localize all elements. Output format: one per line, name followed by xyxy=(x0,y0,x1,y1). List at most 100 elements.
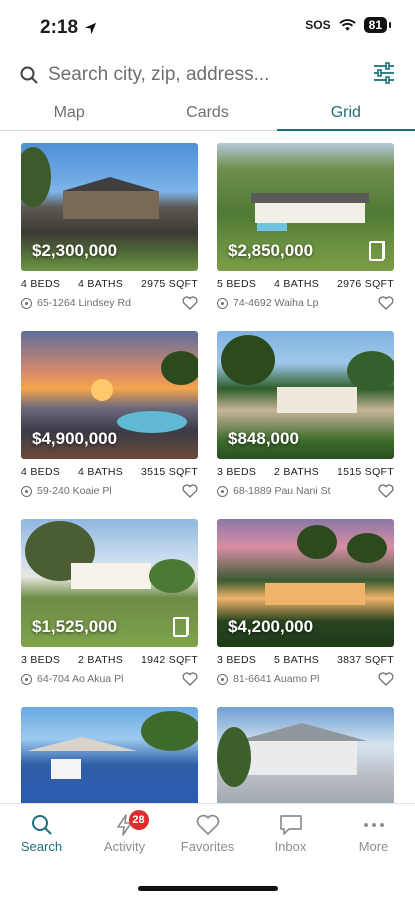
tree-shape xyxy=(149,559,195,593)
listing-address-row: 81-6641 Auamo Pl xyxy=(217,672,394,686)
sqft-value: 1942 SQFT xyxy=(141,654,198,666)
beds-count: 3 BEDS xyxy=(217,466,257,478)
favorite-heart-icon[interactable] xyxy=(378,296,394,310)
chat-bubble-icon xyxy=(279,815,302,835)
listing-address-row: 64-704 Ao Akua Pl xyxy=(21,672,198,686)
house-roof-shape xyxy=(237,723,367,741)
listing-photo[interactable]: $4,200,000 xyxy=(217,519,394,647)
beds-count: 3 BEDS xyxy=(217,654,257,666)
listing-photo[interactable]: $2,300,000 xyxy=(21,143,198,271)
nav-activity[interactable]: 28 Activity xyxy=(83,804,166,864)
listing-card[interactable]: $2,300,000 4 BEDS 4 BATHS 2975 SQFT 65-1… xyxy=(21,143,198,310)
baths-count: 4 BATHS xyxy=(78,466,124,478)
listing-card[interactable] xyxy=(217,707,394,803)
listing-facts: 3 BEDS 5 BATHS 3837 SQFT xyxy=(217,654,394,666)
listing-facts: 5 BEDS 4 BATHS 2976 SQFT xyxy=(217,278,394,290)
listing-address: 59-240 Koaie Pl xyxy=(37,485,112,497)
pool-shape xyxy=(257,223,287,231)
sqft-value: 3837 SQFT xyxy=(337,654,394,666)
listing-facts: 3 BEDS 2 BATHS 1515 SQFT xyxy=(217,466,394,478)
tab-cards[interactable]: Cards xyxy=(138,100,276,130)
palm-tree-shape xyxy=(221,335,275,385)
bottom-tab-bar: Search 28 Activity Favorites Inbox More xyxy=(0,803,415,864)
home-indicator xyxy=(137,886,278,891)
listing-address-row: 68-1889 Pau Nani St xyxy=(217,484,394,498)
favorite-heart-icon[interactable] xyxy=(378,484,394,498)
more-dots-icon xyxy=(363,823,384,827)
location-pin-icon xyxy=(21,297,32,309)
beds-count: 4 BEDS xyxy=(21,278,61,290)
listing-card[interactable]: $4,200,000 3 BEDS 5 BATHS 3837 SQFT 81-6… xyxy=(217,519,394,686)
listing-photo[interactable]: $848,000 xyxy=(217,331,394,459)
nav-inbox[interactable]: Inbox xyxy=(249,804,332,864)
listing-card[interactable]: $1,525,000 3 BEDS 2 BATHS 1942 SQFT 64-7… xyxy=(21,519,198,686)
listing-address-row: 59-240 Koaie Pl xyxy=(21,484,198,498)
listing-price: $2,850,000 xyxy=(228,241,314,260)
listing-address: 81-6641 Auamo Pl xyxy=(233,673,320,685)
palm-tree-shape xyxy=(161,351,198,385)
listing-card[interactable]: $848,000 3 BEDS 2 BATHS 1515 SQFT 68-188… xyxy=(217,331,394,498)
listing-address: 68-1889 Pau Nani St xyxy=(233,485,331,497)
clock: 2:18 xyxy=(40,17,79,38)
listing-facts: 4 BEDS 4 BATHS 2975 SQFT xyxy=(21,278,198,290)
filter-sliders-icon[interactable] xyxy=(373,62,395,84)
listing-price: $4,900,000 xyxy=(32,429,118,448)
window-shape xyxy=(51,759,81,779)
heart-icon xyxy=(196,814,219,836)
house-shape xyxy=(63,191,159,219)
palm-tree-shape xyxy=(297,525,337,559)
listing-photo[interactable] xyxy=(21,707,198,803)
view-tabs: Map Cards Grid xyxy=(0,100,415,131)
listing-address-row: 74-4692 Waiha Lp xyxy=(217,296,394,310)
listing-photo[interactable]: $1,525,000 xyxy=(21,519,198,647)
favorite-heart-icon[interactable] xyxy=(182,484,198,498)
sqft-value: 2976 SQFT xyxy=(337,278,394,290)
sqft-value: 2975 SQFT xyxy=(141,278,198,290)
baths-count: 2 BATHS xyxy=(274,466,320,478)
search-icon xyxy=(20,66,38,84)
listing-card[interactable]: $4,900,000 4 BEDS 4 BATHS 3515 SQFT 59-2… xyxy=(21,331,198,498)
tree-shape xyxy=(21,147,51,207)
palm-tree-shape xyxy=(347,533,387,563)
favorite-heart-icon[interactable] xyxy=(182,296,198,310)
status-bar: 2:18 SOS 81 xyxy=(0,0,415,52)
hot-tub-shape xyxy=(117,411,187,433)
listing-photo[interactable]: $2,850,000 xyxy=(217,143,394,271)
search-icon xyxy=(31,815,52,835)
status-time: 2:18 xyxy=(40,17,97,39)
listing-grid: $2,300,000 4 BEDS 4 BATHS 2975 SQFT 65-1… xyxy=(21,143,394,803)
favorite-heart-icon[interactable] xyxy=(182,672,198,686)
house-roof-shape xyxy=(251,193,369,203)
listing-price: $1,525,000 xyxy=(32,617,118,636)
listing-photo[interactable] xyxy=(217,707,394,803)
listing-price: $4,200,000 xyxy=(228,617,314,636)
house-shape xyxy=(277,387,357,413)
search-bar[interactable]: Search city, zip, address... xyxy=(20,60,395,90)
listing-price: $848,000 xyxy=(228,429,299,448)
listing-card[interactable]: $2,850,000 5 BEDS 4 BATHS 2976 SQFT 74-4… xyxy=(217,143,394,310)
location-arrow-icon xyxy=(84,22,97,34)
listing-facts: 3 BEDS 2 BATHS 1942 SQFT xyxy=(21,654,198,666)
listing-card[interactable] xyxy=(21,707,198,803)
battery-indicator: 81 xyxy=(363,17,392,33)
listing-photo[interactable]: $4,900,000 xyxy=(21,331,198,459)
tree-shape xyxy=(347,351,394,391)
nav-more[interactable]: More xyxy=(332,804,415,864)
nav-favorites[interactable]: Favorites xyxy=(166,804,249,864)
search-input[interactable]: Search city, zip, address... xyxy=(48,64,269,86)
nav-search[interactable]: Search xyxy=(0,804,83,864)
nav-label: Activity xyxy=(103,839,146,854)
nav-label: Favorites xyxy=(180,839,235,854)
favorite-heart-icon[interactable] xyxy=(378,672,394,686)
house-roof-shape xyxy=(62,177,158,191)
wifi-icon xyxy=(338,18,356,31)
house-shape xyxy=(247,741,357,775)
tree-shape xyxy=(217,727,251,787)
virtual-tour-icon xyxy=(173,617,189,637)
baths-count: 4 BATHS xyxy=(78,278,124,290)
tab-map[interactable]: Map xyxy=(0,100,138,130)
tab-grid[interactable]: Grid xyxy=(276,100,415,131)
beds-count: 4 BEDS xyxy=(21,466,61,478)
location-pin-icon xyxy=(217,673,228,685)
sqft-value: 3515 SQFT xyxy=(141,466,198,478)
